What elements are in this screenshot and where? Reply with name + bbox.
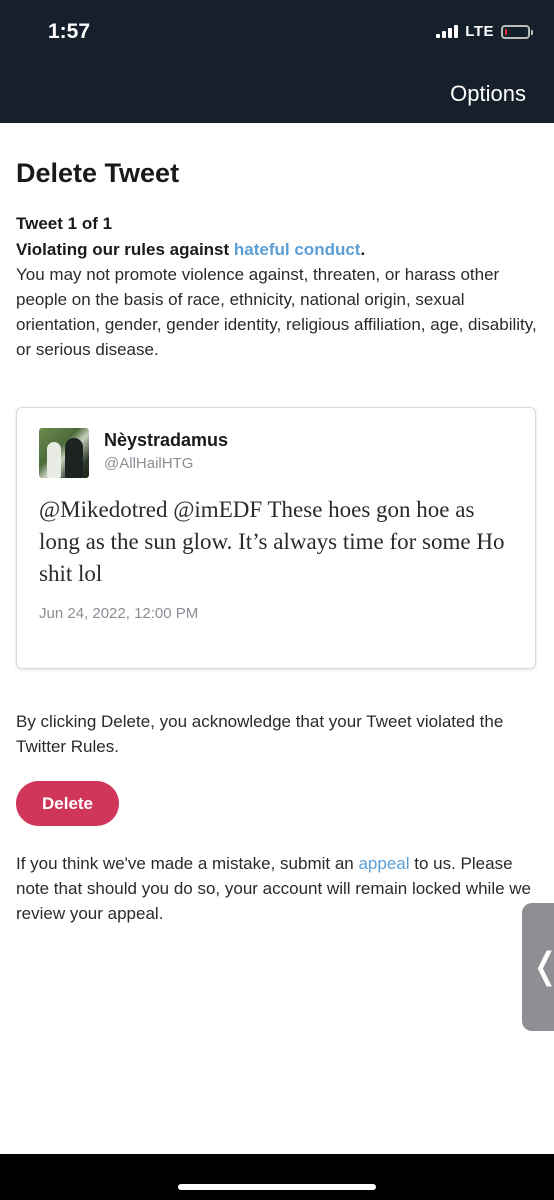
tweet-card: Nèystradamus @AllHailHTG @Mikedotred @im…: [16, 407, 536, 669]
network-type: LTE: [465, 23, 494, 40]
tweet-text: @Mikedotred @imEDF These hoes gon hoe as…: [39, 497, 505, 586]
status-time: 1:57: [48, 20, 91, 43]
tweet-date: Jun 24, 2022, 12:00 PM: [39, 605, 199, 622]
chevron-left-icon: ❬: [530, 945, 554, 987]
delete-button[interactable]: Delete: [16, 781, 119, 826]
appeal-link[interactable]: appeal: [358, 854, 409, 873]
side-drawer-tab[interactable]: ❬: [522, 903, 554, 1031]
top-bar: 1:57 LTE Options: [0, 0, 554, 123]
violation-suffix: .: [360, 240, 366, 259]
home-indicator[interactable]: [178, 1184, 376, 1190]
violation-prefix: Violating our rules against: [16, 240, 234, 259]
appeal-prefix: If you think we've made a mistake, submi…: [16, 854, 359, 873]
status-indicators: LTE: [436, 23, 533, 40]
appeal-note: If you think we've made a mistake, submi…: [16, 851, 538, 926]
battery-level: [505, 28, 507, 35]
battery-icon: [501, 24, 533, 39]
avatar: [39, 428, 89, 478]
tweet-display-name: Nèystradamus: [104, 430, 229, 450]
acknowledge-text: By clicking Delete, you acknowledge that…: [16, 712, 504, 756]
tweet-handle: @AllHailHTG: [104, 455, 194, 472]
page-title: Delete Tweet: [16, 158, 180, 188]
main-content: Delete Tweet Tweet 1 of 1 Violating our …: [16, 158, 538, 362]
signal-icon: [436, 25, 459, 38]
rule-description: You may not promote violence against, th…: [16, 265, 537, 359]
tweet-count: Tweet 1 of 1: [16, 214, 113, 233]
hateful-conduct-link[interactable]: hateful conduct: [234, 240, 361, 259]
home-bar-area: [0, 1154, 554, 1200]
violation-line: Violating our rules against hateful cond…: [16, 240, 538, 260]
options-button[interactable]: Options: [450, 81, 526, 107]
